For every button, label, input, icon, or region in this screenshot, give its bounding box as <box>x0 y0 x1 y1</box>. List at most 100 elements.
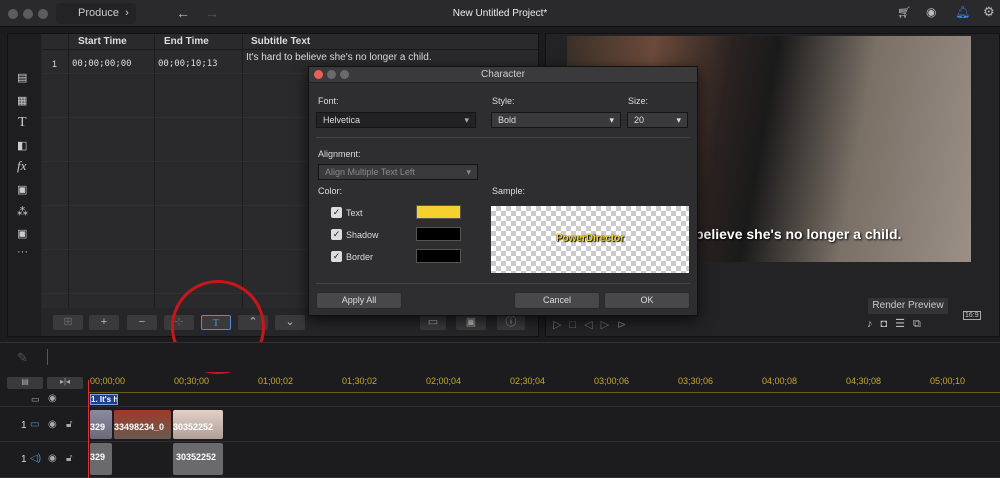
transition-room-icon[interactable]: ◧ <box>17 139 27 152</box>
dialog-close-button[interactable] <box>314 70 323 79</box>
ruler-tick-label: 03;00;06 <box>594 376 630 386</box>
audio-track: 1 ◁) ◉ 🔓︎ 329 30352252 <box>0 443 1000 478</box>
audio-clip[interactable]: 30352252 <box>173 443 223 475</box>
shadow-color-swatch[interactable] <box>416 227 461 241</box>
text-color-swatch[interactable] <box>416 205 461 219</box>
fx-room-icon[interactable]: fx <box>17 158 26 174</box>
pip-room-icon[interactable]: ▣ <box>17 183 27 196</box>
preview-tool-icons[interactable]: ♪◘☰⧉ <box>867 317 929 331</box>
track-number: 1 <box>21 420 27 431</box>
style-value: Bold <box>498 115 517 125</box>
ruler-tick-label: 04;00;08 <box>762 376 798 386</box>
ok-button[interactable]: OK <box>604 292 690 309</box>
divider <box>47 349 48 365</box>
media-room-icon[interactable]: ▤ <box>17 71 27 84</box>
effect-room-icon[interactable]: ▦ <box>17 94 27 107</box>
border-color-label: Border <box>346 252 374 262</box>
subtitle-room-icon[interactable]: ▣ <box>17 227 27 240</box>
track-manager-button[interactable]: ▤ <box>7 377 43 389</box>
lock-icon[interactable]: 🔓︎ <box>66 453 72 464</box>
sample-text: PowerDirector <box>555 233 625 244</box>
sample-preview: PowerDirector <box>491 206 689 273</box>
size-label: Size: <box>628 96 649 106</box>
particle-room-icon[interactable]: ⁂ <box>17 205 28 218</box>
ruler-tick-label: 04;30;08 <box>846 376 882 386</box>
alignment-label: Alignment: <box>318 149 361 159</box>
title-room-icon[interactable]: T <box>18 115 27 131</box>
text-color-label: Text <box>346 208 363 218</box>
border-color-swatch[interactable] <box>416 249 461 263</box>
header-subtitle-text: Subtitle Text <box>251 36 311 47</box>
render-preview-button[interactable]: Render Preview <box>868 298 948 314</box>
import-subtitle-button[interactable]: ⊞ <box>53 315 83 330</box>
ruler-tick-label: 02;30;04 <box>510 376 546 386</box>
video-clip[interactable]: 329 <box>90 410 112 439</box>
row-index: 1 <box>52 59 58 69</box>
export-button[interactable]: ▣ <box>456 315 486 330</box>
dialog-minimize-button[interactable] <box>327 70 336 79</box>
add-subtitle-button[interactable]: + <box>89 315 119 330</box>
style-select[interactable]: Bold ▾ <box>491 112 621 128</box>
style-label: Style: <box>492 96 515 106</box>
audio-track-icon: ◁) <box>30 453 42 464</box>
font-select[interactable]: Helvetica ▾ <box>316 112 476 128</box>
ruler-tick-label: 05;00;10 <box>930 376 966 386</box>
aspect-ratio-selector[interactable]: 16:9 <box>963 311 981 320</box>
ruler-tick-label: 00;30;00 <box>174 376 210 386</box>
column-divider <box>68 34 69 308</box>
header-end-time: End Time <box>164 36 209 47</box>
info-button[interactable]: ⓘ <box>497 315 525 330</box>
visibility-eye-icon[interactable]: ◉ <box>48 453 57 464</box>
playhead[interactable] <box>88 380 89 478</box>
subtitle-clip[interactable]: 1. It's ha <box>90 394 118 405</box>
ruler-tick-label: 01;30;02 <box>342 376 378 386</box>
room-icon-bar: ▤ ▦ T ◧ fx ▣ ⁂ ▣ ··· <box>8 34 41 336</box>
playback-controls[interactable]: ▷□◁▷⊳ <box>553 318 634 331</box>
move-down-button[interactable]: ⌄ <box>275 315 305 330</box>
account-icon[interactable]: ◉ <box>926 5 936 19</box>
cart-icon[interactable]: 🛒︎ <box>897 6 911 19</box>
subtitle-track: ▭ ◉ 1. It's ha <box>0 393 1000 407</box>
header-start-time: Start Time <box>78 36 127 47</box>
alignment-select[interactable]: Align Multiple Text Left ▾ <box>318 164 478 180</box>
video-clip[interactable]: 33498234_0 <box>114 410 171 439</box>
video-clip[interactable]: 30352252 <box>173 410 223 439</box>
ruler-tick-label: 02;00;04 <box>426 376 462 386</box>
settings-gear-icon[interactable]: ⚙ <box>983 4 995 20</box>
alignment-value: Align Multiple Text Left <box>325 167 415 177</box>
cancel-button[interactable]: Cancel <box>514 292 600 309</box>
more-icon[interactable]: ··· <box>17 246 28 258</box>
timeline-ruler[interactable]: 00;00;00 00;30;00 01;00;02 01;30;02 02;00;04… <box>88 375 1000 393</box>
video-track: 1 ▭ ◉ 🔓︎ 329 33498234_0 30352252 <box>0 408 1000 442</box>
visibility-eye-icon[interactable]: ◉ <box>48 419 57 430</box>
row-start-time[interactable]: 00;00;00;00 <box>72 59 132 69</box>
timeline-toolbar: ✎ <box>0 342 1000 372</box>
column-divider <box>154 34 155 308</box>
notification-icon[interactable]: 🔔︎ <box>955 5 970 19</box>
fit-timeline-button[interactable]: ▸|◂ <box>47 377 83 389</box>
border-color-checkbox[interactable]: ✓ <box>331 251 342 262</box>
title-bar: Produce › ← → New Untitled Project* 🛒︎ ◉… <box>0 0 1000 27</box>
apply-all-button[interactable]: Apply All <box>316 292 402 309</box>
shadow-color-checkbox[interactable]: ✓ <box>331 229 342 240</box>
font-value: Helvetica <box>323 115 361 125</box>
table-header: Start Time End Time Subtitle Text <box>42 34 538 50</box>
ruler-tick-label: 01;00;02 <box>258 376 294 386</box>
remove-subtitle-button[interactable]: − <box>127 315 157 330</box>
row-end-time[interactable]: 00;00;10;13 <box>158 59 218 69</box>
dialog-zoom-button[interactable] <box>340 70 349 79</box>
sample-label: Sample: <box>492 186 526 196</box>
edit-pen-icon[interactable]: ✎ <box>17 350 28 366</box>
text-color-checkbox[interactable]: ✓ <box>331 207 342 218</box>
font-label: Font: <box>318 96 339 106</box>
audio-clip[interactable]: 329 <box>90 443 112 475</box>
visibility-eye-icon[interactable]: ◉ <box>48 393 57 404</box>
lock-icon[interactable]: 🔓︎ <box>66 419 72 430</box>
character-dialog: Character Font: Helvetica ▾ Style: Bold ▾ … <box>308 66 698 316</box>
row-subtitle-text[interactable]: It's hard to believe she's no longer a c… <box>246 52 432 63</box>
position-button[interactable]: ▭ <box>420 315 446 330</box>
size-value: 20 <box>634 115 645 125</box>
video-track-icon: ▭ <box>30 419 40 430</box>
project-title: New Untitled Project* <box>452 8 548 19</box>
size-select[interactable]: 20 ▾ <box>627 112 688 128</box>
